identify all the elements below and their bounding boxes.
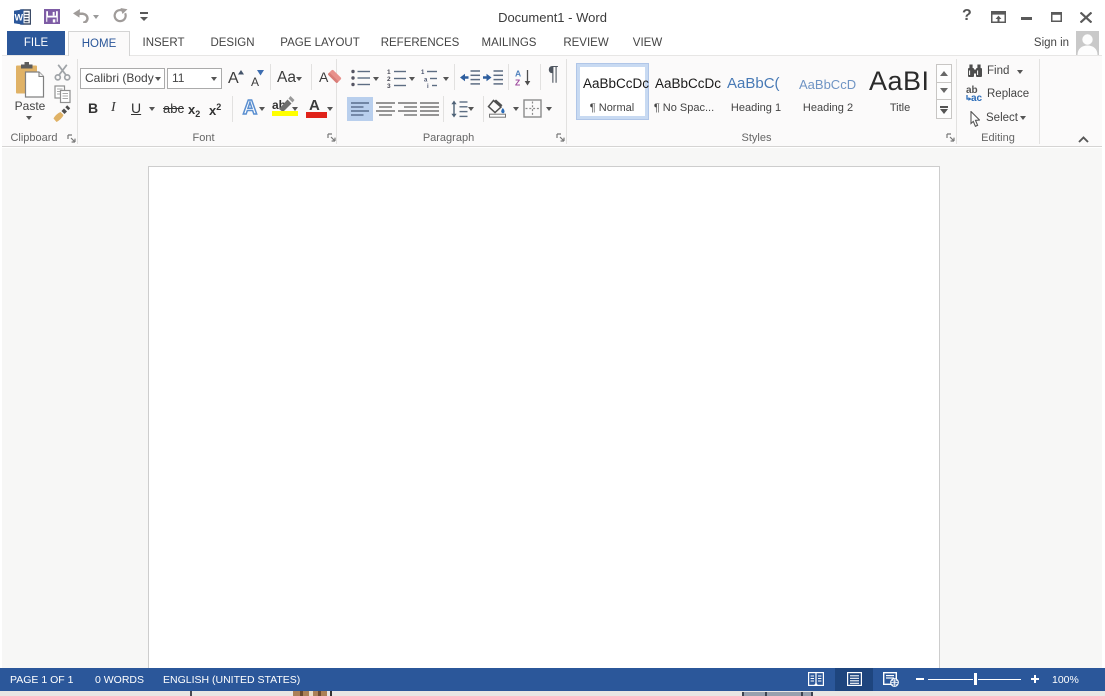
svg-text:Z: Z [515, 78, 520, 87]
svg-text:W: W [15, 13, 24, 23]
svg-text:a: a [424, 78, 428, 84]
svg-text:A: A [243, 97, 257, 118]
svg-text:1: 1 [421, 70, 425, 76]
svg-text:2: 2 [387, 76, 391, 83]
svg-text:1: 1 [387, 69, 391, 76]
svg-text:3: 3 [387, 83, 391, 88]
svg-text:i: i [427, 84, 429, 88]
